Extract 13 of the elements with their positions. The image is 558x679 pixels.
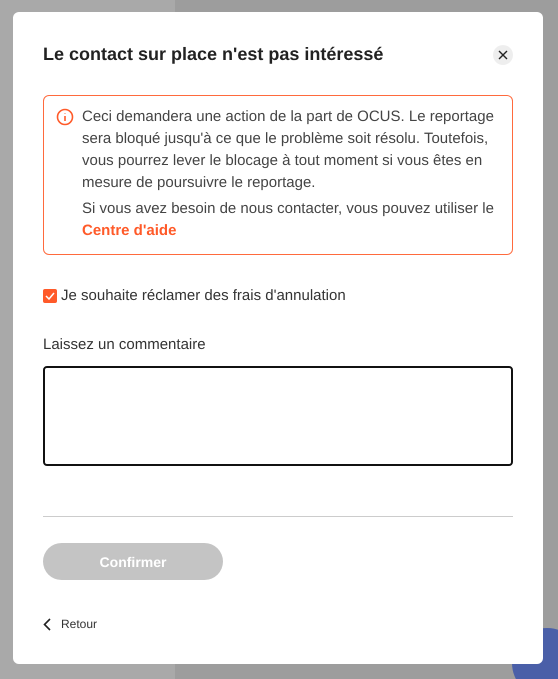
checkbox[interactable]	[43, 288, 57, 302]
dialog-title: Le contact sur place n'est pas intéressé	[43, 44, 384, 65]
close-button[interactable]	[493, 44, 513, 64]
help-center-link[interactable]: Centre d'aide	[82, 222, 176, 239]
checkbox-label: Je souhaite réclamer des frais d'annulation	[61, 287, 346, 304]
close-icon	[498, 50, 508, 60]
comment-label: Laissez un commentaire	[43, 336, 207, 353]
comment-field[interactable]	[43, 366, 513, 466]
alert-text: Ceci demandera une action de la part de OCUS. Le reportage sera bloqué jusqu'à ce que le problème soit résolu. Toutefois, vous pourrez lever le blocage à tout moment si vous êtes en mesure de poursuivre le reportage.	[82, 107, 495, 193]
back-button[interactable]: Retour	[43, 617, 98, 631]
info-icon	[56, 108, 74, 126]
alert-text: Si vous avez besoin de nous contacter, vous pouvez utiliser le Centre d'aide	[82, 199, 495, 241]
chevron-left-icon	[43, 618, 51, 630]
